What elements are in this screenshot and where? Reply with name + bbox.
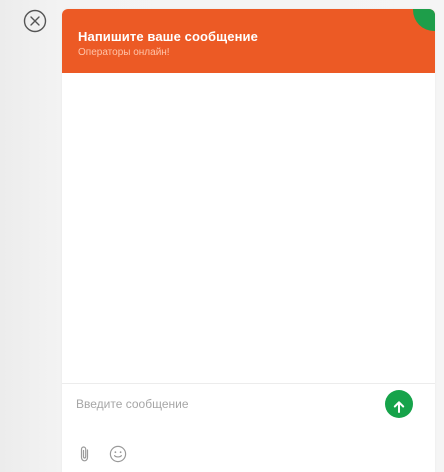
message-composer — [62, 384, 435, 472]
emoji-button[interactable] — [109, 445, 127, 463]
smiley-icon — [109, 445, 127, 463]
paperclip-icon — [80, 446, 89, 462]
close-circle-icon — [23, 9, 47, 33]
send-button[interactable] — [385, 390, 413, 418]
messages-area[interactable] — [62, 73, 435, 383]
chat-widget: Напишите ваше сообщение Операторы онлайн… — [62, 9, 435, 472]
chat-page: Напишите ваше сообщение Операторы онлайн… — [0, 0, 444, 472]
online-status-icon — [413, 9, 435, 31]
chat-header: Напишите ваше сообщение Операторы онлайн… — [62, 9, 435, 73]
arrow-up-icon — [393, 401, 405, 413]
operators-status: Операторы онлайн! — [78, 47, 170, 58]
message-input[interactable] — [76, 392, 366, 416]
attach-button[interactable] — [77, 445, 93, 463]
close-button[interactable] — [23, 9, 47, 33]
chat-title: Напишите ваше сообщение — [78, 29, 258, 44]
